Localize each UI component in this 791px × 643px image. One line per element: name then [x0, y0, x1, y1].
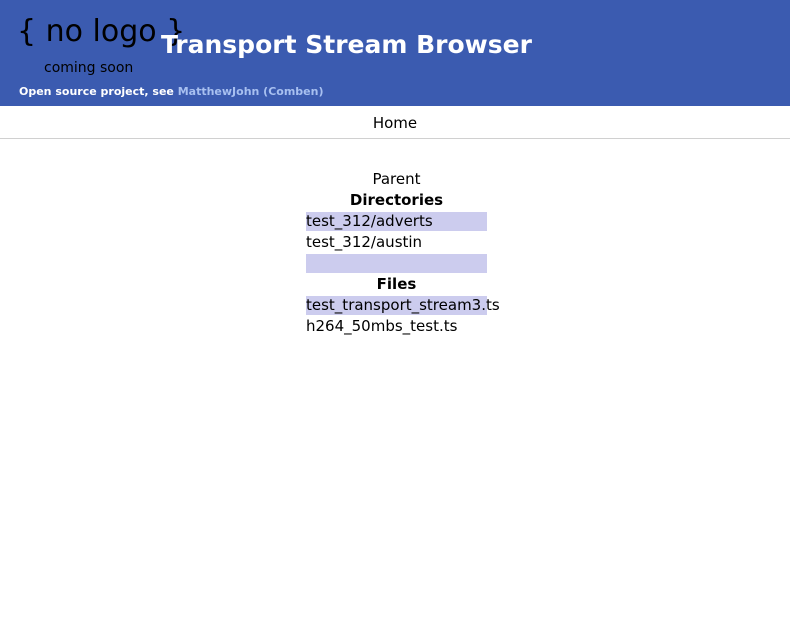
- logo-subtext: coming soon: [44, 60, 134, 76]
- page-header: { no logo } coming soon Transport Stream…: [0, 0, 790, 106]
- logo-text: { no logo }: [17, 14, 186, 49]
- site-title: Transport Stream Browser: [161, 30, 532, 59]
- nav-home-link[interactable]: Home: [0, 114, 790, 132]
- author-link[interactable]: MatthewJohn (Comben): [178, 85, 324, 98]
- file-row[interactable]: h264_50mbs_test.ts: [306, 317, 487, 336]
- directories-heading: Directories: [349, 191, 444, 209]
- directory-link[interactable]: test_312/adverts: [306, 212, 487, 231]
- logo-placeholder: { no logo } coming soon: [14, 10, 185, 78]
- file-browser: Parent Directories test_312/adverts test…: [306, 170, 500, 338]
- file-link[interactable]: h264_50mbs_test.ts: [306, 317, 487, 336]
- directory-row[interactable]: test_312/austin: [306, 233, 487, 252]
- directory-link[interactable]: test_312/austin: [306, 233, 487, 252]
- files-heading: Files: [376, 275, 417, 293]
- tagline: Open source project, see MatthewJohn (Co…: [19, 85, 324, 98]
- file-link[interactable]: test_transport_stream3.ts: [306, 296, 500, 315]
- file-row[interactable]: test_transport_stream3.ts: [306, 296, 500, 315]
- tagline-text: Open source project, see: [19, 85, 178, 98]
- directory-row[interactable]: test_312/adverts: [306, 212, 487, 231]
- directory-row-empty[interactable]: [306, 254, 487, 273]
- nav-bar: Home: [0, 106, 790, 139]
- parent-link[interactable]: Parent: [306, 170, 487, 189]
